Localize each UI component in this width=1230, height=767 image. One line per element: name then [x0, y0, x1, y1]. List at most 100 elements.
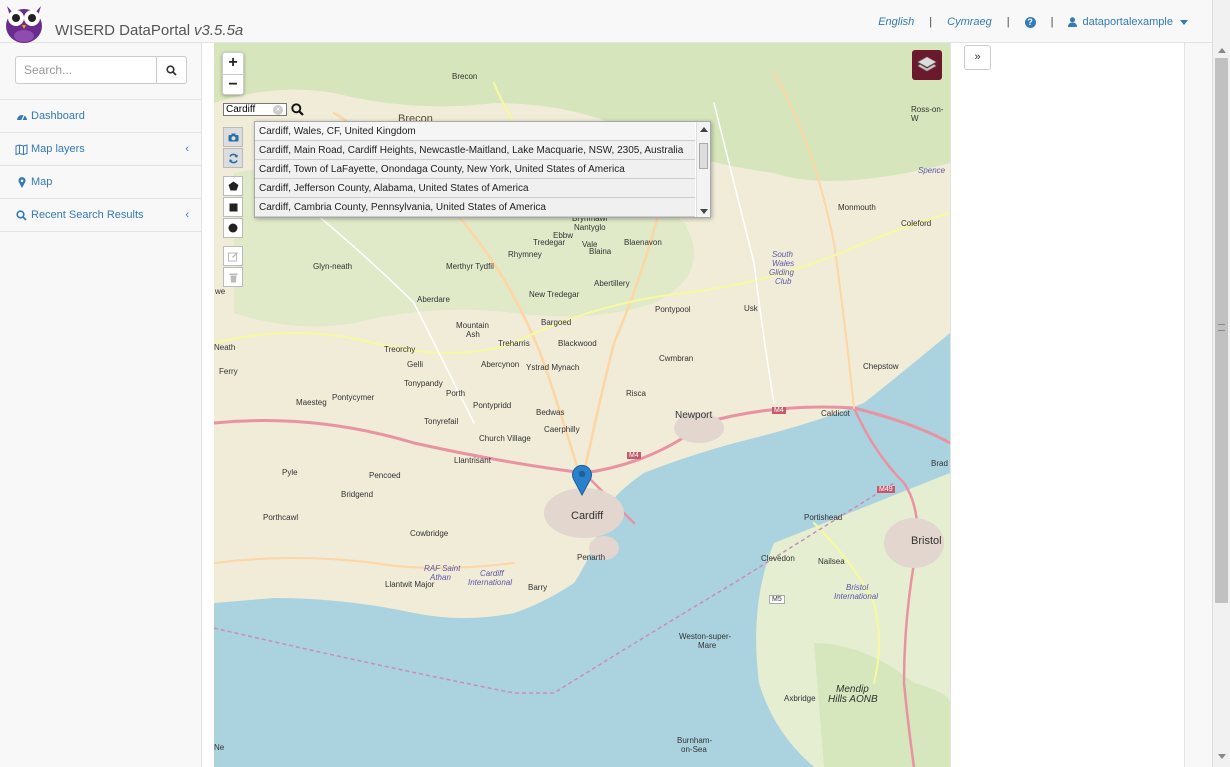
right-gutter [1184, 43, 1212, 767]
expand-panel-button[interactable]: » [964, 45, 991, 70]
list-item[interactable]: Cardiff, Cambria County, Pennsylvania, U… [255, 198, 695, 217]
right-panel: » [950, 43, 1184, 767]
place-label: Spence [918, 166, 946, 175]
place-label: Portishead [804, 513, 843, 522]
app-title[interactable]: WISERD DataPortal v3.5.5a [55, 22, 243, 39]
grip-icon [1218, 324, 1225, 331]
search-input[interactable] [15, 56, 157, 84]
scroll-down-arrow-icon[interactable] [1218, 754, 1226, 759]
sidebar-item-map[interactable]: Map [0, 166, 201, 199]
sidebar-item-map-layers[interactable]: Map layers ‹ [0, 133, 201, 166]
place-label: Club [775, 277, 792, 286]
lang-english-link[interactable]: English [878, 16, 914, 28]
scroll-up-arrow-icon[interactable] [700, 127, 708, 132]
place-label: Mare [698, 641, 717, 650]
geocoder: × [223, 103, 304, 116]
scroll-down-arrow-icon[interactable] [700, 209, 708, 214]
username: dataportalexample [1082, 16, 1173, 28]
chevron-left-icon[interactable]: ‹ [185, 209, 189, 221]
place-label: Llantrisant [454, 456, 491, 465]
edit-tool[interactable] [223, 246, 243, 266]
map-marker-icon[interactable] [571, 464, 593, 496]
trash-icon [229, 273, 237, 282]
brand-name: WISERD DataPortal [55, 22, 191, 39]
square-icon [229, 203, 237, 211]
map-marker-icon [15, 176, 28, 188]
scroll-thumb[interactable] [1215, 58, 1228, 603]
place-label: Ross-on-W [911, 105, 944, 123]
refresh-tool[interactable] [223, 148, 243, 168]
place-label: Ne [214, 743, 225, 752]
place-label: Rhymney [508, 250, 542, 259]
user-icon [1068, 17, 1078, 27]
list-item[interactable]: Cardiff, Main Road, Cardiff Heights, New… [255, 141, 695, 160]
draw-rectangle-tool[interactable] [223, 197, 243, 217]
road-badge: M4 [627, 452, 641, 459]
sidebar-item-label: Dashboard [31, 110, 85, 122]
zoom-out-button[interactable]: − [223, 74, 243, 95]
polygon-icon [228, 181, 238, 191]
place-label: Maesteg [296, 398, 327, 407]
list-item[interactable]: Cardiff, Town of LaFayette, Onondaga Cou… [255, 160, 695, 179]
place-label: we [215, 287, 226, 296]
page-scrollbar[interactable] [1212, 0, 1230, 767]
place-label: Aberdare [417, 295, 450, 304]
place-label: Brecon [452, 72, 478, 81]
place-label: Hills AONB [828, 694, 878, 705]
place-label: Blackwood [558, 339, 597, 348]
scroll-thumb[interactable] [699, 143, 708, 169]
top-navbar: WISERD DataPortal v3.5.5a English | Cymra… [0, 0, 1230, 43]
place-label: Porth [446, 389, 466, 398]
place-label: Penarth [577, 553, 606, 562]
sidebar-search [15, 56, 187, 84]
delete-tool[interactable] [223, 267, 243, 287]
draw-polygon-tool[interactable] [223, 176, 243, 196]
place-label: RAF Saint [424, 564, 461, 573]
zoom-control: + − [222, 52, 244, 95]
place-label: Caldicot [821, 409, 850, 418]
search-icon[interactable] [291, 103, 304, 116]
place-label: Cardiff [480, 569, 504, 578]
place-label: Bristol [911, 535, 942, 547]
place-label: Wales [772, 259, 795, 268]
map-icon [15, 143, 28, 155]
list-item[interactable]: Cardiff, Wales, CF, United Kingdom [255, 122, 695, 141]
help-icon[interactable]: ? [1024, 16, 1036, 28]
place-label: Nantyglo [574, 223, 606, 232]
clear-icon[interactable]: × [273, 104, 283, 115]
place-label: Ferry [219, 367, 238, 376]
sidebar-item-label: Map layers [31, 143, 85, 155]
user-menu[interactable]: dataportalexample [1068, 16, 1188, 28]
chevron-left-icon[interactable]: ‹ [185, 143, 189, 155]
tachometer-icon [15, 112, 28, 121]
owl-logo[interactable] [2, 0, 46, 43]
caret-down-icon [1180, 19, 1188, 25]
place-label: Gliding [769, 268, 794, 277]
road-badge: M5 [769, 595, 785, 604]
draw-circle-tool[interactable] [223, 218, 243, 238]
sidebar-item-recent-search-results[interactable]: Recent Search Results ‹ [0, 199, 201, 232]
place-label: Bridgend [341, 490, 374, 499]
zoom-in-button[interactable]: + [223, 53, 243, 74]
place-label: Tonypandy [404, 379, 443, 388]
list-item[interactable]: Cardiff, Jefferson County, Alabama, Unit… [255, 179, 695, 198]
place-label: Treorchy [384, 345, 416, 354]
camera-tool[interactable] [223, 127, 243, 147]
place-label: on-Sea [681, 745, 707, 754]
place-label: Ash [466, 330, 480, 339]
place-label: Pontycymer [332, 393, 375, 402]
scroll-up-arrow-icon[interactable] [1218, 48, 1226, 53]
geocoder-results-list: Cardiff, Wales, CF, United Kingdom Cardi… [254, 121, 711, 218]
circle-icon [228, 223, 238, 233]
separator: | [1006, 16, 1010, 28]
results-scrollbar[interactable] [696, 122, 710, 217]
map-canvas[interactable]: Brecon Brecon Ross-on-W Spence Brynmawr … [214, 43, 950, 767]
place-label: Clevedon [761, 554, 795, 563]
layer-switcher-button[interactable] [912, 50, 942, 80]
search-button[interactable] [157, 56, 187, 84]
sidebar-item-dashboard[interactable]: Dashboard [0, 100, 201, 133]
lang-cymraeg-link[interactable]: Cymraeg [947, 16, 992, 28]
place-label: Bedwas [536, 408, 565, 417]
place-label: South [772, 250, 793, 259]
place-label: Nailsea [818, 557, 845, 566]
